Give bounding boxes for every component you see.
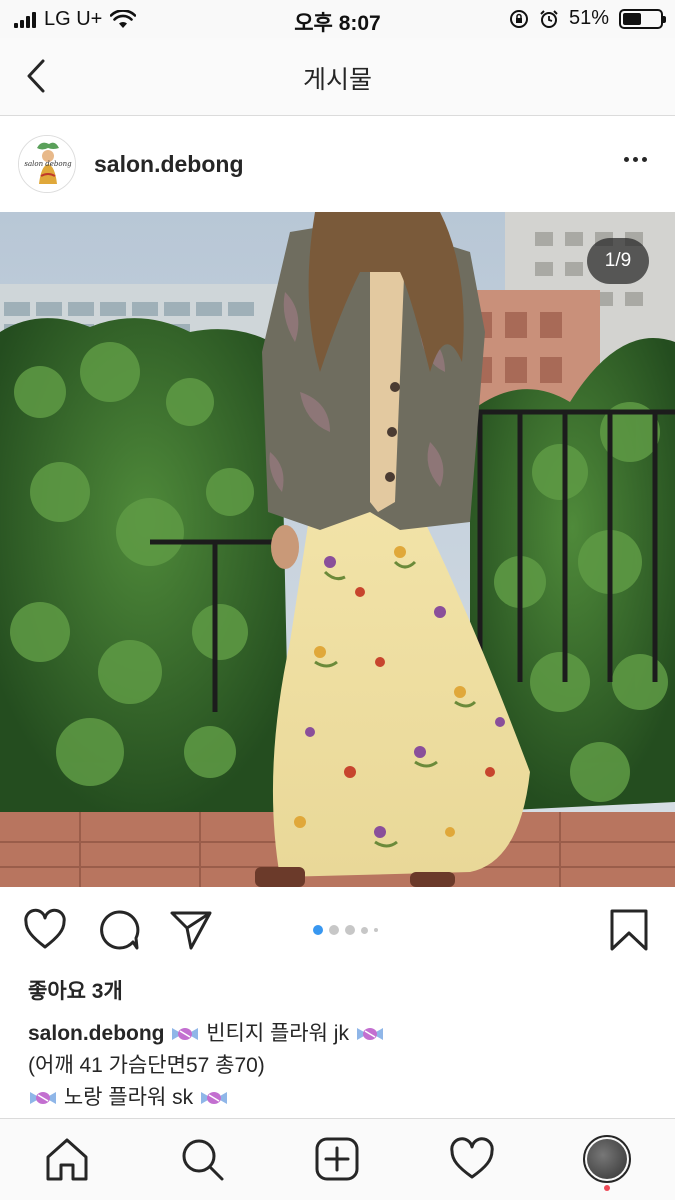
caption-line-3: 노랑 플라워 sk [63,1086,194,1109]
profile-avatar-icon[interactable] [583,1135,631,1183]
bookmark-outline-icon[interactable] [606,907,652,953]
likes-count[interactable]: 좋아요 3개 [28,975,123,1005]
carousel-dot [361,926,368,934]
post-action-bar [0,887,675,977]
heart-icon[interactable] [448,1135,496,1183]
post-image [0,212,675,887]
candy-icon [30,1092,56,1104]
battery-percent: 51% [568,7,609,29]
alarm-icon [540,9,558,28]
battery-icon [619,8,666,29]
status-bar: LG U+ 오후 8:07 51% [0,0,675,38]
plus-square-icon[interactable] [313,1135,361,1183]
candy-icon [200,1092,227,1104]
post-photo[interactable]: 1/9 [0,212,675,887]
image-counter: 1/9 [587,238,649,284]
bottom-tab-bar [0,1118,675,1200]
carousel-dot [329,925,339,935]
carousel-indicator [313,925,378,935]
more-horizontal-icon[interactable] [618,151,653,168]
home-icon[interactable] [43,1135,91,1183]
avatar[interactable]: salon debong [18,135,76,193]
post-username[interactable]: salon.debong [94,151,244,178]
comment-bubble-icon[interactable] [96,907,142,953]
post-caption: salon.debong 빈티지 플라워 jk (어깨 41 가슴단면57 총7… [28,1018,648,1114]
caption-line-1: 빈티지 플라워 jk [206,1022,349,1045]
carousel-dot [374,928,378,932]
caption-username[interactable]: salon.debong [28,1022,165,1045]
candy-icon [172,1028,199,1040]
notification-dot [604,1185,610,1191]
heart-outline-icon[interactable] [22,907,68,953]
candy-icon [356,1028,383,1040]
page-title: 게시물 [302,66,372,94]
carousel-dot [313,925,323,935]
carousel-dot [345,925,355,935]
top-navigation-bar: 게시물 [0,38,675,116]
orientation-lock-icon [509,9,528,28]
paper-plane-icon[interactable] [168,907,214,953]
search-icon[interactable] [178,1135,226,1183]
salon-debong-logo-icon: salon debong [19,136,75,192]
svg-text:salon debong: salon debong [24,160,72,168]
caption-line-2: (어깨 41 가슴단면57 총70) [28,1054,265,1077]
post-header: salon debong salon.debong [0,117,675,212]
